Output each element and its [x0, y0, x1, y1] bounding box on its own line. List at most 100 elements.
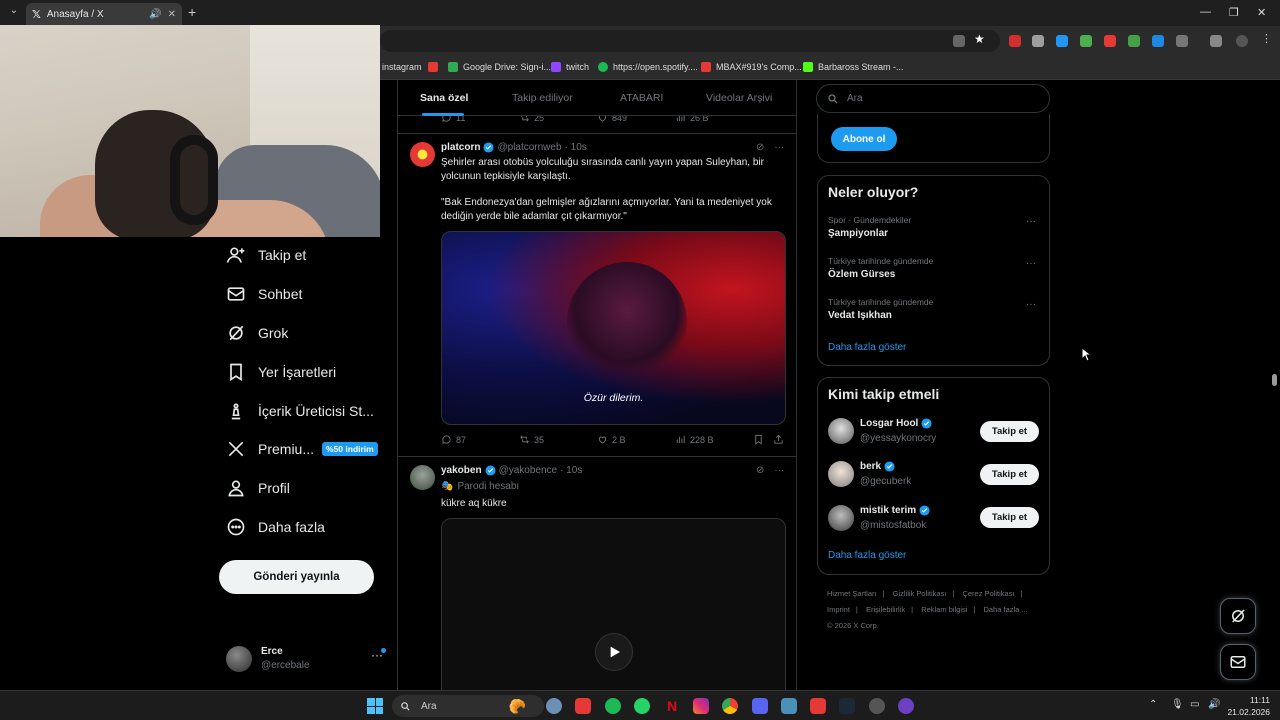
grok-fab[interactable] [1220, 598, 1256, 634]
tweet-time[interactable]: · 10s [565, 142, 587, 153]
extensions-puzzle-icon[interactable] [1176, 35, 1188, 47]
avatar[interactable] [828, 418, 854, 444]
footer-link[interactable]: Gizlilik Politikası [893, 589, 947, 598]
bookmark-logo-icon[interactable] [428, 62, 443, 72]
close-tab-icon[interactable]: ✕ [168, 9, 176, 20]
tab-following[interactable]: Takip ediliyor [512, 92, 573, 104]
minimize-button[interactable]: — [1200, 6, 1211, 18]
taskbar-clock[interactable]: 11:11 21.02.2026 [1226, 694, 1270, 718]
tweet-handle[interactable]: @platcornweb [497, 142, 561, 153]
menu-icon[interactable]: ⋮ [1261, 32, 1273, 45]
trend-item[interactable]: Vedat Işıkhan [828, 310, 892, 321]
share-button[interactable] [773, 434, 788, 445]
settings-icon[interactable] [546, 698, 562, 714]
app-icon[interactable] [781, 698, 797, 714]
trend-item[interactable]: Özlem Gürses [828, 269, 895, 280]
tweet[interactable]: yakoben @yakobence · 10s ⊘ ··· 🎭 Parodi … [398, 457, 796, 690]
tweet-author-name[interactable]: platcorn [441, 142, 480, 153]
more-icon[interactable]: ··· [1026, 216, 1036, 227]
app-icon[interactable] [869, 698, 885, 714]
nav-creator-studio[interactable]: İçerik Üreticisi St... [226, 396, 374, 426]
chrome-icon[interactable] [722, 698, 738, 714]
repost-button[interactable]: 35 [519, 434, 544, 445]
extension-icon[interactable] [1128, 35, 1140, 47]
tweet-avatar[interactable] [410, 142, 435, 167]
new-tab-button[interactable]: + [188, 4, 196, 20]
show-more-link[interactable]: Daha fazla göster [828, 550, 906, 561]
spotify-icon[interactable] [605, 698, 621, 714]
extension-icon[interactable] [1056, 35, 1068, 47]
tweet-handle[interactable]: @yakobence [499, 465, 558, 476]
follow-button[interactable]: Takip et [980, 464, 1039, 485]
tweet-video[interactable]: Özür dilerim. [441, 231, 786, 425]
restore-button[interactable]: ❐ [1229, 6, 1239, 19]
reply-button[interactable]: 87 [441, 434, 466, 445]
scrollbar[interactable] [1272, 374, 1277, 386]
avatar[interactable] [828, 461, 854, 487]
discord-icon[interactable] [752, 698, 768, 714]
extension-icon[interactable] [1009, 35, 1021, 47]
play-button[interactable] [595, 633, 633, 671]
trend-item[interactable]: Şampiyonlar [828, 228, 888, 239]
search-input[interactable]: Ara [816, 84, 1050, 113]
instagram-icon[interactable] [693, 698, 709, 714]
more-icon[interactable]: ··· [774, 465, 784, 476]
media-control-icon[interactable] [1210, 35, 1222, 47]
monitor-icon[interactable]: ▭ [1190, 699, 1199, 710]
tweet-author-name[interactable]: yakoben [441, 465, 482, 476]
messages-fab[interactable] [1220, 644, 1256, 680]
tweet-time[interactable]: · 10s [560, 465, 582, 476]
footer-link[interactable]: Hizmet Şartları [827, 589, 877, 598]
nav-premium[interactable]: Premiu... %50 indirim [226, 434, 378, 464]
nav-bookmarks[interactable]: Yer İşaretleri [226, 357, 336, 387]
bookmark-barbaross[interactable]: Barbaross Stream -... [803, 62, 904, 72]
volume-icon[interactable]: 🔊 [1208, 699, 1220, 710]
grok-icon[interactable]: ⊘ [756, 465, 764, 476]
footer-link[interactable]: Erişilebilirlik [866, 605, 905, 614]
views-button[interactable]: 228 B [675, 434, 714, 445]
bookmark-google-drive[interactable]: Google Drive: Sign-i... [448, 62, 551, 72]
tab-search-icon[interactable]: ⌄ [6, 5, 22, 21]
extension-icon[interactable] [1152, 35, 1164, 47]
bookmark-twitch[interactable]: twitch [551, 62, 589, 72]
nav-chat[interactable]: Sohbet [226, 279, 302, 309]
install-app-icon[interactable] [953, 35, 965, 47]
more-icon[interactable]: ··· [1026, 299, 1036, 310]
footer-link[interactable]: Çerez Politikası [962, 589, 1014, 598]
app-icon[interactable] [810, 698, 826, 714]
bookmark-button[interactable] [753, 434, 768, 445]
follow-button[interactable]: Takip et [980, 507, 1039, 528]
tab-video-archive[interactable]: Videolar Arşivi [706, 92, 772, 104]
app-icon[interactable] [898, 698, 914, 714]
like-button[interactable]: 2 B [597, 434, 626, 445]
nav-profile[interactable]: Profil [226, 473, 290, 503]
whatsapp-icon[interactable] [634, 698, 650, 714]
extension-icon[interactable] [1032, 35, 1044, 47]
more-icon[interactable]: ··· [774, 142, 784, 153]
browser-tab[interactable]: 𝕏 Anasayfa / X 🔊 ✕ [26, 3, 182, 26]
suggested-user-name[interactable]: Losgar Hool [860, 418, 935, 429]
speaker-icon[interactable]: 🔊 [149, 9, 161, 20]
avatar[interactable] [828, 505, 854, 531]
suggested-user-name[interactable]: berk [860, 461, 898, 472]
tweet-video[interactable] [441, 518, 786, 690]
tray-chevron-icon[interactable]: ⌃ [1149, 699, 1157, 710]
nav-follow[interactable]: Takip et [226, 240, 306, 270]
footer-link[interactable]: Daha fazla ... [984, 605, 1028, 614]
microphone-icon[interactable]: 🎙 [1171, 699, 1184, 710]
extension-icon[interactable] [1080, 35, 1092, 47]
more-icon[interactable]: ··· [1026, 258, 1036, 269]
account-switcher[interactable]: Erce @ercebale ··· [226, 644, 386, 674]
app-icon[interactable] [575, 698, 591, 714]
steam-icon[interactable] [839, 698, 855, 714]
post-button[interactable]: Gönderi yayınla [219, 560, 374, 594]
bookmark-mbax[interactable]: MBAX#919's Comp... [701, 62, 802, 72]
show-more-link[interactable]: Daha fazla göster [828, 342, 906, 353]
tab-for-you[interactable]: Sana özel [420, 92, 468, 104]
close-window-button[interactable]: ✕ [1257, 6, 1266, 19]
taskbar-search[interactable]: Ara 🥐 [392, 695, 544, 717]
bookmark-spotify[interactable]: https://open.spotify.... [598, 62, 698, 72]
profile-avatar-icon[interactable] [1236, 35, 1248, 47]
star-icon[interactable]: ★ [974, 32, 986, 46]
footer-link[interactable]: Reklam bilgisi [921, 605, 967, 614]
